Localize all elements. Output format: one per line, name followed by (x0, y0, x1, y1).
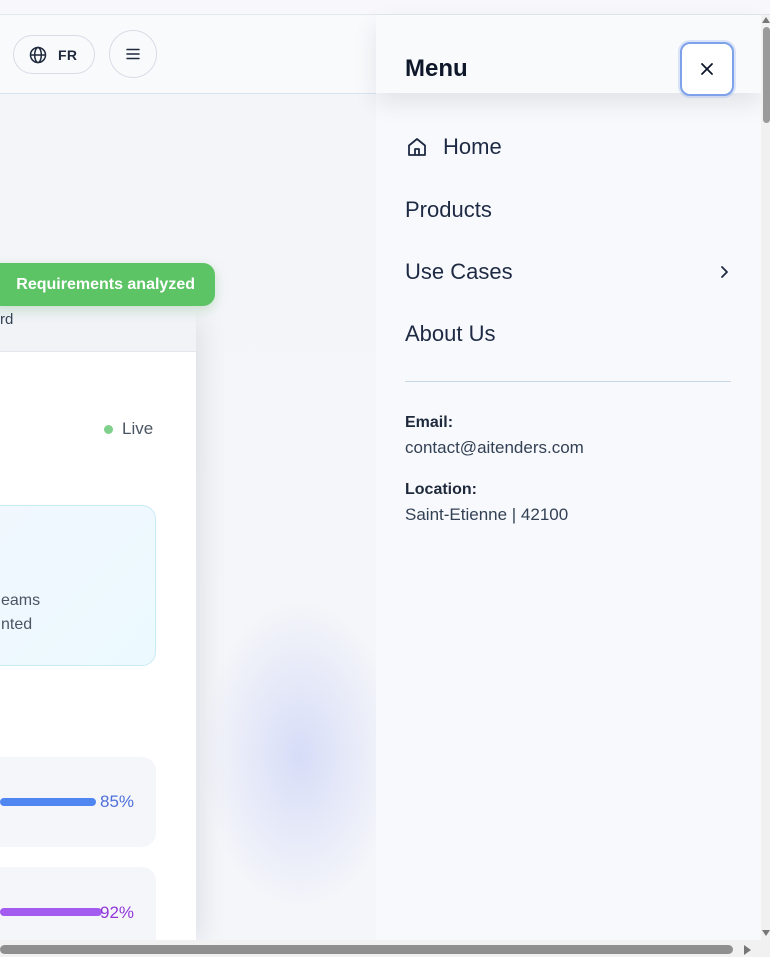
status-toast: Requirements analyzed (0, 263, 215, 306)
close-icon (701, 63, 713, 75)
nav-item-home[interactable]: Home (405, 132, 502, 162)
language-code: FR (58, 46, 78, 63)
chevron-right-icon (721, 266, 728, 278)
nav-item-about-us[interactable]: About Us (405, 319, 496, 349)
progress-fill (0, 908, 102, 916)
menu-drawer: Menu Home Products Use Cases About Us Em… (376, 15, 761, 940)
nav-item-products[interactable]: Products (405, 195, 492, 225)
scrollbar-thumb[interactable] (0, 945, 733, 954)
info-line-2: nted (1, 616, 33, 633)
progress-fill (0, 798, 96, 806)
location-label: Location: (405, 481, 477, 498)
location-value: Saint-Etienne | 42100 (405, 505, 569, 524)
close-menu-button[interactable] (680, 42, 734, 96)
home-icon (408, 138, 426, 156)
drawer-title: Menu (405, 55, 468, 82)
metric-card: 85% (0, 757, 156, 847)
vertical-scrollbar[interactable] (761, 15, 770, 940)
menu-divider (405, 381, 731, 382)
live-dot (104, 424, 113, 434)
progress-percent: 85% (100, 792, 135, 811)
nav-item-use-cases[interactable]: Use Cases (405, 257, 731, 287)
hamburger-icon (126, 48, 140, 60)
scroll-up-icon[interactable] (762, 17, 770, 23)
globe-icon (29, 46, 47, 63)
menu-toggle-button[interactable] (109, 30, 157, 78)
toast-text: Requirements analyzed (16, 275, 195, 293)
drawer-header: Menu (376, 15, 761, 96)
scroll-down-icon[interactable] (762, 930, 770, 936)
card-header-text: rd (0, 311, 14, 328)
scrollbar-thumb[interactable] (763, 27, 770, 123)
live-indicator: Live (104, 419, 153, 439)
progress-track (0, 798, 96, 806)
horizontal-scrollbar[interactable] (0, 940, 770, 957)
email-link[interactable]: contact@aitenders.com (405, 438, 584, 458)
progress-percent: 92% (100, 903, 135, 922)
language-switcher-button[interactable]: FR (13, 35, 95, 74)
info-panel: eams nted (0, 505, 156, 666)
email-label: Email: (405, 414, 454, 431)
scroll-right-icon[interactable] (744, 945, 751, 955)
nav-item-label: Home (443, 134, 502, 159)
live-label: Live (122, 419, 154, 438)
dashboard-card-header: rd (0, 305, 196, 352)
progress-track (0, 908, 102, 916)
nav-item-label: Products (405, 197, 492, 222)
info-line-1: eams (1, 592, 41, 609)
page-top-strip (0, 0, 770, 15)
nav-item-label: Use Cases (405, 259, 513, 284)
nav-item-label: About Us (405, 321, 496, 346)
